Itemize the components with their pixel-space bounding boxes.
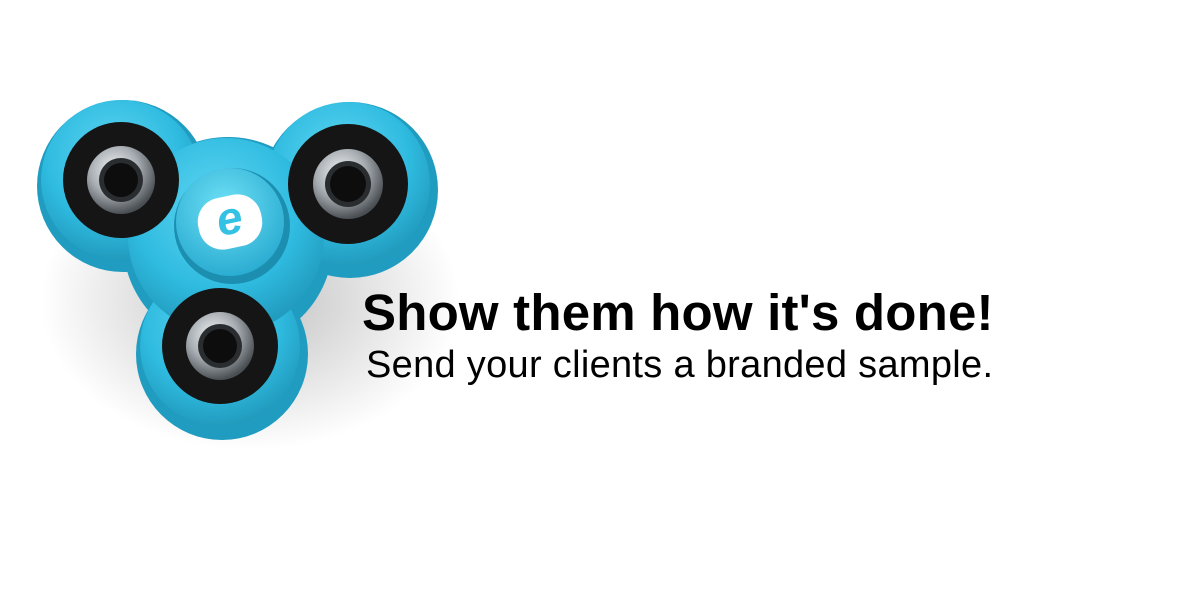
bearing-left	[63, 122, 179, 238]
fidget-spinner-icon: e	[37, 100, 460, 450]
promo-banner: e Show them how it's done! Send your cli…	[0, 0, 1200, 610]
banner-headline: Show them how it's done!	[362, 284, 994, 341]
banner-copy: Show them how it's done! Send your clien…	[362, 283, 1182, 387]
bearing-right	[288, 124, 408, 244]
bearing-bottom	[162, 288, 278, 404]
banner-subline: Send your clients a branded sample.	[366, 344, 994, 386]
product-image: e	[0, 0, 480, 470]
